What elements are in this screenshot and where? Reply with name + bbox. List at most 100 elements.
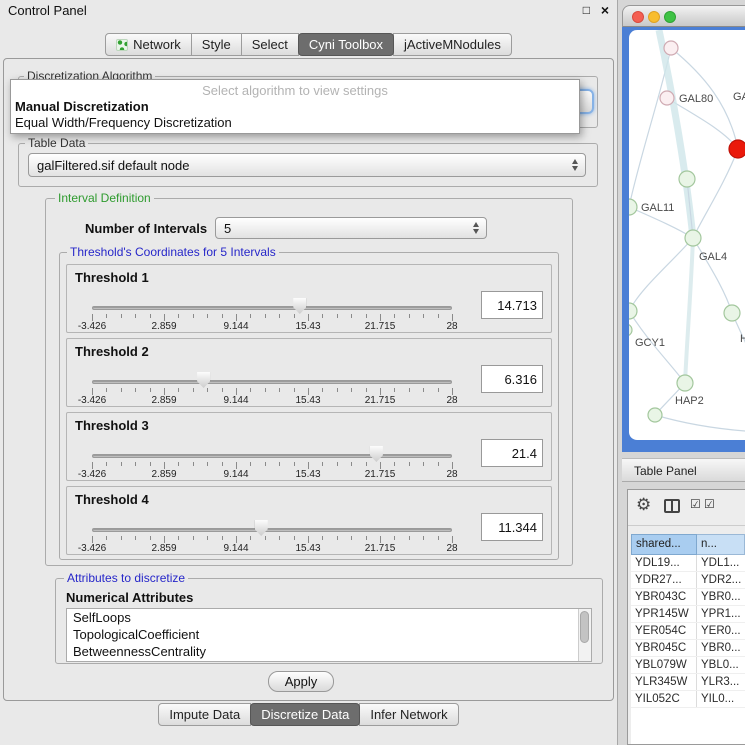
- slider-track[interactable]: [92, 306, 452, 310]
- node-label: GAL4: [699, 251, 727, 263]
- slider-thumb[interactable]: [197, 372, 210, 388]
- scrollbar-thumb[interactable]: [580, 611, 589, 643]
- threshold-value-input[interactable]: [481, 439, 543, 467]
- column-header[interactable]: shared...: [631, 534, 697, 555]
- network-node[interactable]: [724, 305, 740, 321]
- interval-definition-group-title: Interval Definition: [55, 191, 154, 205]
- attribute-item[interactable]: SelfLoops: [67, 609, 591, 626]
- network-node[interactable]: [629, 199, 637, 215]
- slider-track[interactable]: [92, 528, 452, 532]
- number-of-intervals-combobox[interactable]: 5: [215, 217, 487, 239]
- network-node[interactable]: [629, 303, 637, 319]
- tick-mark: [337, 314, 338, 318]
- float-window-icon[interactable]: □: [583, 3, 590, 17]
- scale-label: 15.43: [295, 469, 320, 480]
- scale-label: -3.426: [78, 321, 106, 332]
- minimize-traffic-light-icon[interactable]: [648, 11, 660, 23]
- network-node[interactable]: [660, 91, 674, 105]
- table-row[interactable]: YER054CYER0...: [631, 623, 745, 640]
- network-node[interactable]: [629, 324, 632, 336]
- network-node[interactable]: [685, 230, 701, 246]
- table-row[interactable]: YDR27...YDR2...: [631, 572, 745, 589]
- tick-mark: [222, 462, 223, 466]
- network-edge[interactable]: [629, 238, 693, 311]
- tab-select[interactable]: Select: [241, 33, 299, 56]
- network-window-titlebar[interactable]: [622, 5, 745, 27]
- list-scrollbar[interactable]: [578, 609, 591, 661]
- slider-track[interactable]: [92, 380, 452, 384]
- scale-label: 21.715: [365, 469, 396, 480]
- checkbox-icon[interactable]: ☑: [704, 498, 715, 510]
- tick-mark: [438, 462, 439, 466]
- algorithm-option[interactable]: Manual Discretization: [15, 99, 149, 114]
- tick-mark: [351, 388, 352, 392]
- gear-icon[interactable]: ⚙: [636, 496, 651, 513]
- network-edge[interactable]: [685, 238, 693, 383]
- threshold-value-input[interactable]: [481, 513, 543, 541]
- tick-mark: [121, 314, 122, 318]
- network-view-frame: GAL80GAGAL11GAL4GCY1HHAP2: [622, 27, 745, 452]
- network-canvas[interactable]: GAL80GAGAL11GAL4GCY1HHAP2: [629, 30, 745, 440]
- tab-impute-data[interactable]: Impute Data: [158, 703, 251, 726]
- tab-infer-network[interactable]: Infer Network: [359, 703, 458, 726]
- tick-mark: [207, 536, 208, 540]
- network-node[interactable]: [729, 140, 745, 158]
- tab-cyni-toolbox[interactable]: Cyni Toolbox: [298, 33, 394, 56]
- tab-label: jActiveMNodules: [404, 37, 501, 52]
- threshold-value-input[interactable]: [481, 291, 543, 319]
- table-row[interactable]: YIL052CYIL0...: [631, 691, 745, 708]
- table-cell: YDL1...: [697, 555, 745, 571]
- tab-style[interactable]: Style: [191, 33, 242, 56]
- slider-thumb[interactable]: [370, 446, 383, 462]
- table-row[interactable]: YDL19...YDL1...: [631, 555, 745, 572]
- network-edge[interactable]: [655, 415, 745, 432]
- table-data-combobox[interactable]: galFiltered.sif default node: [28, 153, 586, 177]
- slider-thumb[interactable]: [293, 298, 306, 314]
- network-edge[interactable]: [693, 149, 738, 238]
- tick-mark: [178, 388, 179, 392]
- column-header[interactable]: n...: [697, 534, 745, 555]
- tab-discretize-data[interactable]: Discretize Data: [250, 703, 360, 726]
- tick-mark: [366, 314, 367, 318]
- table-row[interactable]: YBL079WYBL0...: [631, 657, 745, 674]
- checkbox-icon[interactable]: ☑: [690, 498, 701, 510]
- algorithm-dropdown-popup: Select algorithm to view settings Manual…: [10, 79, 580, 134]
- tick-mark: [322, 314, 323, 318]
- table-row[interactable]: YLR345WYLR3...: [631, 674, 745, 691]
- bottom-tab-bar: Impute Data Discretize DataInfer Network: [0, 703, 617, 726]
- threshold-value-input[interactable]: [481, 365, 543, 393]
- tick-mark: [135, 462, 136, 466]
- attribute-item[interactable]: BetweennessCentrality: [67, 643, 591, 660]
- network-edge[interactable]: [732, 313, 745, 385]
- slider-thumb[interactable]: [255, 520, 268, 536]
- columns-icon[interactable]: [664, 499, 680, 513]
- network-node[interactable]: [679, 171, 695, 187]
- apply-button[interactable]: Apply: [268, 671, 334, 692]
- close-icon[interactable]: ×: [601, 2, 609, 18]
- algorithm-option[interactable]: Equal Width/Frequency Discretization: [15, 115, 232, 130]
- tick-mark: [351, 462, 352, 466]
- tick-mark: [308, 536, 309, 543]
- tab-network[interactable]: Network: [105, 33, 192, 56]
- attribute-item[interactable]: TopologicalCoefficient: [67, 626, 591, 643]
- tick-mark: [250, 388, 251, 392]
- table-row[interactable]: YBR045CYBR0...: [631, 640, 745, 657]
- scale-label: -3.426: [78, 543, 106, 554]
- threshold-label: Threshold 1: [75, 270, 149, 285]
- network-node[interactable]: [677, 375, 693, 391]
- network-node[interactable]: [648, 408, 662, 422]
- tab-jactivemnodules[interactable]: jActiveMNodules: [393, 33, 512, 56]
- number-of-intervals-label: Number of Intervals: [85, 221, 207, 236]
- zoom-traffic-light-icon[interactable]: [664, 11, 676, 23]
- tick-mark: [92, 536, 93, 543]
- close-traffic-light-icon[interactable]: [632, 11, 644, 23]
- table-row[interactable]: YPR145WYPR1...: [631, 606, 745, 623]
- network-node[interactable]: [664, 41, 678, 55]
- numerical-attributes-list[interactable]: SelfLoopsTopologicalCoefficientBetweenne…: [66, 608, 592, 662]
- slider-track[interactable]: [92, 454, 452, 458]
- network-edge[interactable]: [693, 238, 732, 313]
- table-row[interactable]: YBR043CYBR0...: [631, 589, 745, 606]
- tab-label: Impute Data: [169, 707, 240, 722]
- table-cell: YDR27...: [631, 572, 697, 588]
- tick-mark: [322, 388, 323, 392]
